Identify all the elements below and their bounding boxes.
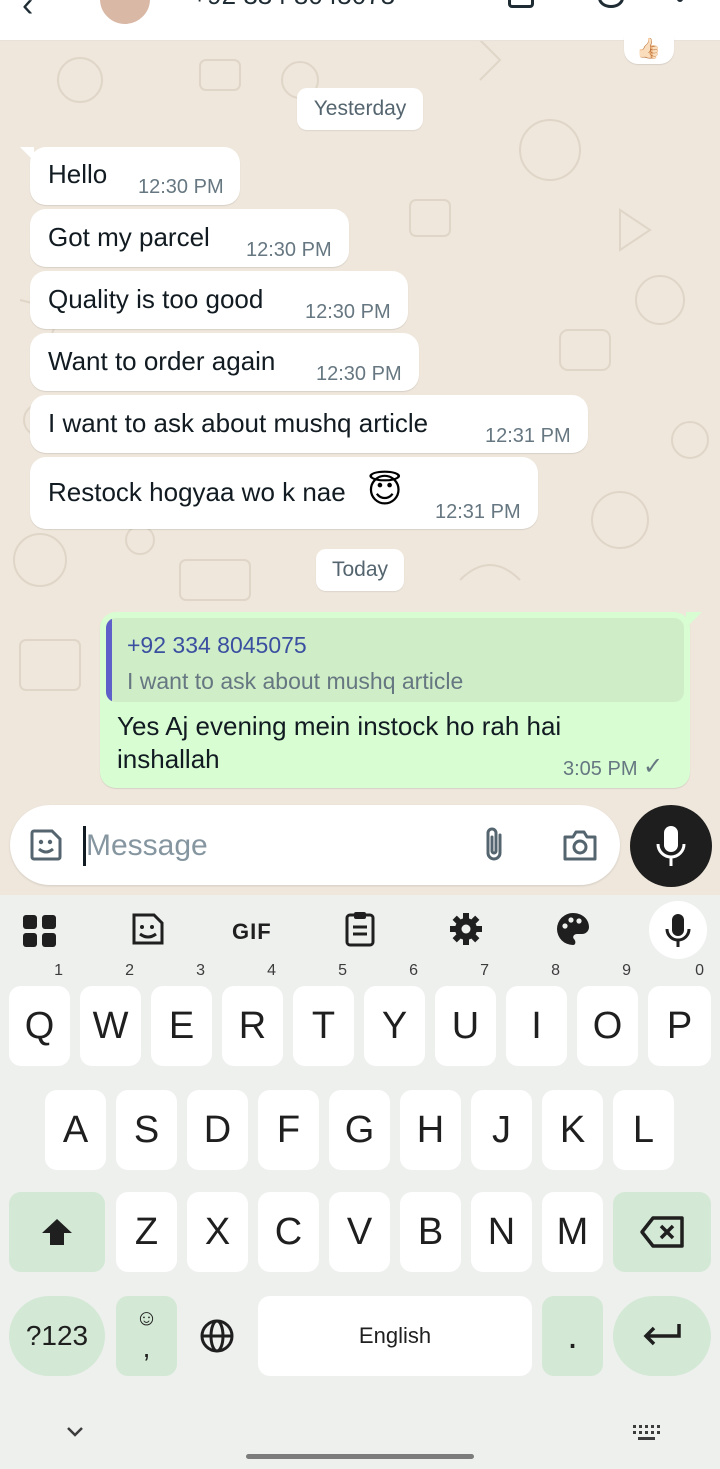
key-u[interactable]: U7 <box>435 962 496 1066</box>
bubble-tail <box>20 147 34 161</box>
incoming-message[interactable]: Got my parcel 12:30 PM <box>30 209 349 267</box>
enter-arrow-icon <box>643 1324 681 1346</box>
space-bar[interactable]: English <box>258 1296 532 1376</box>
key-v[interactable]: V <box>329 1192 390 1272</box>
clipboard-icon[interactable] <box>340 909 380 949</box>
key-w[interactable]: W2 <box>80 962 141 1066</box>
incoming-message[interactable]: I want to ask about mushq article 12:31 … <box>30 395 588 453</box>
quoted-reply[interactable]: +92 334 8045075 I want to ask about mush… <box>106 618 684 702</box>
key-l[interactable]: L <box>613 1090 674 1170</box>
shift-arrow-icon <box>42 1219 72 1245</box>
backspace-icon <box>640 1216 684 1248</box>
keyboard-switch-icon[interactable] <box>632 1424 660 1442</box>
quote-accent-bar <box>106 618 112 702</box>
key-c[interactable]: C <box>258 1192 319 1272</box>
incoming-message[interactable]: Quality is too good 12:30 PM <box>30 271 408 329</box>
key-r[interactable]: R4 <box>222 962 283 1066</box>
key-j[interactable]: J <box>471 1090 532 1170</box>
key-z[interactable]: Z <box>116 1192 177 1272</box>
keyboard: GIF Q1 W2 E3 R4 T5 Y6 U7 I8 O9 P0 A S D … <box>0 895 720 1469</box>
key-m[interactable]: M <box>542 1192 603 1272</box>
outgoing-message[interactable]: +92 334 8045075 I want to ask about mush… <box>100 612 702 788</box>
sent-check-icon: ✓ <box>643 753 664 780</box>
message-time: 12:30 PM <box>305 301 391 323</box>
message-text: Want to order again <box>48 346 276 376</box>
smiling-halo-emoji: 😇 <box>367 472 403 510</box>
message-input[interactable]: Message <box>86 829 208 863</box>
key-a[interactable]: A <box>45 1090 106 1170</box>
voice-message-button[interactable] <box>630 805 712 887</box>
avatar[interactable] <box>98 0 152 26</box>
message-time: 12:30 PM <box>316 363 402 385</box>
key-o[interactable]: O9 <box>577 962 638 1066</box>
key-b[interactable]: B <box>400 1192 461 1272</box>
home-gesture-bar[interactable] <box>246 1454 474 1459</box>
backspace-key[interactable] <box>613 1192 711 1272</box>
theme-palette-icon[interactable] <box>553 909 593 949</box>
language-key[interactable] <box>187 1296 248 1376</box>
incoming-message[interactable]: Want to order again 12:30 PM <box>30 333 419 391</box>
attach-icon[interactable] <box>480 825 510 865</box>
emoji-comma-key[interactable]: ☺ , <box>116 1296 177 1376</box>
key-k[interactable]: K <box>542 1090 603 1170</box>
video-call-icon[interactable] <box>508 0 534 8</box>
mic-icon <box>656 826 686 866</box>
message-text: Got my parcel <box>48 222 210 252</box>
message-time: 12:31 PM <box>435 501 521 523</box>
key-h[interactable]: H <box>400 1090 461 1170</box>
message-text: I want to ask about mushq article <box>48 408 429 438</box>
phone-call-icon[interactable] <box>598 0 624 8</box>
message-text: Hello <box>48 159 108 189</box>
globe-icon <box>200 1319 234 1353</box>
gif-button[interactable]: GIF <box>232 919 272 945</box>
more-vert-icon[interactable] <box>677 0 683 2</box>
message-time: 12:30 PM <box>246 239 332 261</box>
chat-header: ‹ +92 334 8045075 <box>0 0 720 41</box>
key-q[interactable]: Q1 <box>9 962 70 1066</box>
key-y[interactable]: Y6 <box>364 962 425 1066</box>
camera-icon[interactable] <box>561 827 599 863</box>
date-chip-today: Today <box>316 549 404 591</box>
date-chip-yesterday: Yesterday <box>297 88 423 130</box>
settings-gear-icon[interactable] <box>446 909 486 949</box>
reaction-emoji: 👍🏻 <box>636 38 661 60</box>
shift-key[interactable] <box>9 1192 105 1272</box>
message-time: 12:31 PM <box>485 425 571 447</box>
message-text: Restock hogyaa wo k nae <box>48 477 346 507</box>
chat-area[interactable]: ‹ +92 334 8045075 👍🏻 Yesterday Hello 12:… <box>0 0 720 895</box>
mic-icon <box>665 914 691 947</box>
key-n[interactable]: N <box>471 1192 532 1272</box>
message-text: Yes Aj evening mein instock ho rah hai i… <box>117 711 562 774</box>
bubble-tail <box>686 612 702 628</box>
key-x[interactable]: X <box>187 1192 248 1272</box>
sticker-icon[interactable] <box>128 909 168 949</box>
enter-key[interactable] <box>613 1296 711 1376</box>
key-i[interactable]: I8 <box>506 962 567 1066</box>
message-time: 12:30 PM <box>138 176 224 198</box>
incoming-message[interactable]: Hello 12:30 PM <box>20 147 240 205</box>
contact-title[interactable]: +92 334 8045075 <box>192 0 395 11</box>
arrow-back-icon[interactable]: ‹ <box>22 0 33 25</box>
key-e[interactable]: E3 <box>151 962 212 1066</box>
period-key[interactable]: . <box>542 1296 603 1376</box>
comma-label: , <box>142 1332 151 1363</box>
key-t[interactable]: T5 <box>293 962 354 1066</box>
incoming-message[interactable]: Restock hogyaa wo k nae 😇 12:31 PM <box>30 457 538 529</box>
key-p[interactable]: P0 <box>648 962 711 1066</box>
message-text: Quality is too good <box>48 284 264 314</box>
message-time: 3:05 PM <box>563 758 638 780</box>
symbols-key[interactable]: ?123 <box>9 1296 105 1376</box>
apps-grid-icon[interactable] <box>20 909 60 949</box>
key-d[interactable]: D <box>187 1090 248 1170</box>
key-g[interactable]: G <box>329 1090 390 1170</box>
reaction-bubble[interactable]: 👍🏻 <box>624 36 674 64</box>
quoted-text: I want to ask about mushq article <box>127 668 464 694</box>
voice-typing-button[interactable] <box>649 901 707 959</box>
message-composer: Message <box>10 805 620 885</box>
quoted-author: +92 334 8045075 <box>127 632 307 658</box>
key-f[interactable]: F <box>258 1090 319 1170</box>
key-s[interactable]: S <box>116 1090 177 1170</box>
keyboard-hide-chevron-icon[interactable] <box>66 1426 84 1438</box>
sticker-icon[interactable] <box>28 827 64 863</box>
